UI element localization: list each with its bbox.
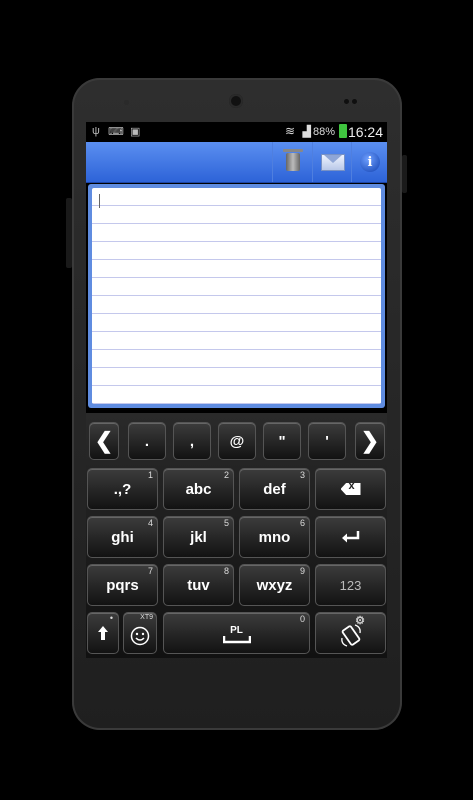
punct-key-period[interactable]: . <box>128 422 166 460</box>
key-label: ghi <box>111 528 134 546</box>
key-number: 6 <box>299 518 305 528</box>
key-7[interactable]: pqrs 7 <box>87 564 158 606</box>
sensor-dot <box>344 99 349 104</box>
key-number: 3 <box>299 470 305 480</box>
send-button[interactable] <box>312 142 353 182</box>
sd-card-icon: ▣ <box>130 126 141 138</box>
key-label: .,? <box>113 480 132 498</box>
key-6[interactable]: mno 6 <box>239 516 310 558</box>
key-number: 0 <box>299 614 305 624</box>
space-bar-icon <box>222 635 251 643</box>
rotate-screen-icon <box>340 624 361 647</box>
key-4[interactable]: ghi 4 <box>87 516 158 558</box>
gear-icon: ⚙ <box>355 615 365 627</box>
key-label: wxyz <box>256 576 293 594</box>
front-camera <box>124 100 129 105</box>
speaker <box>229 94 243 108</box>
note-text-field[interactable] <box>92 188 381 404</box>
key-label: abc <box>185 480 212 498</box>
info-icon: i <box>360 152 380 172</box>
shift-indicator: • <box>109 613 113 623</box>
keyboard-icon: ⌨ <box>108 126 124 138</box>
key-number: 5 <box>223 518 229 528</box>
key-9[interactable]: wxyz 9 <box>239 564 310 606</box>
cursor-left-key[interactable]: ❮ <box>89 422 119 460</box>
settings-rotate-key[interactable]: ⚙ <box>315 612 386 654</box>
key-number: 8 <box>223 566 229 576</box>
key-label: tuv <box>187 576 210 594</box>
backspace-icon <box>340 483 361 495</box>
side-button-right <box>402 155 407 193</box>
key-number: 4 <box>147 518 153 528</box>
battery-percent: 88% <box>312 126 335 138</box>
smiley-icon <box>130 626 150 646</box>
enter-key[interactable] <box>315 516 386 558</box>
wifi-icon: ≋ <box>284 124 295 138</box>
text-cursor <box>99 194 100 208</box>
app-bar: i <box>86 142 387 183</box>
key-label: jkl <box>190 528 207 546</box>
key-3[interactable]: def 3 <box>239 468 310 510</box>
usb-icon: ψ <box>92 125 100 137</box>
xt9-label: XT9 <box>140 614 153 621</box>
key-2[interactable]: abc 2 <box>163 468 234 510</box>
mail-icon <box>321 153 345 171</box>
signal-icon: ▟ <box>302 126 311 138</box>
key-5[interactable]: jkl 5 <box>163 516 234 558</box>
language-label: PL <box>230 624 243 636</box>
key-label: mno <box>258 528 291 546</box>
note-area <box>88 184 385 408</box>
status-bar: ψ ⌨ ▣ ≋ ▟ 88% 16:24 <box>86 122 387 142</box>
key-number: 1 <box>147 470 153 480</box>
sensor-dot <box>352 99 357 104</box>
punct-key-at[interactable]: @ <box>218 422 256 460</box>
key-number: 2 <box>223 470 229 480</box>
punct-key-apostrophe[interactable]: ' <box>308 422 346 460</box>
delete-button[interactable] <box>272 142 313 182</box>
key-label: pqrs <box>106 576 139 594</box>
key-number: 7 <box>147 566 153 576</box>
clock: 16:24 <box>347 124 383 140</box>
keyboard: ❮ . , @ " ' ❯ .,? 1 abc 2 def 3 ghi 4 jk… <box>86 413 387 658</box>
screen: ψ ⌨ ▣ ≋ ▟ 88% 16:24 i ❮ . , @ " ' ❯ .,? … <box>86 122 387 658</box>
space-key[interactable]: PL 0 <box>163 612 310 654</box>
shift-arrow-icon <box>98 626 108 640</box>
battery-charging-icon <box>339 124 347 138</box>
punct-key-quote[interactable]: " <box>263 422 301 460</box>
trash-icon <box>283 149 303 171</box>
key-label: def <box>263 480 286 498</box>
info-button[interactable]: i <box>351 142 387 182</box>
key-number: 9 <box>299 566 305 576</box>
emoji-key[interactable]: XT9 <box>123 612 157 654</box>
key-1[interactable]: .,? 1 <box>87 468 158 510</box>
shift-key[interactable]: • <box>87 612 119 654</box>
enter-icon <box>341 531 359 543</box>
numeric-mode-key[interactable]: 123 <box>315 564 386 606</box>
backspace-key[interactable] <box>315 468 386 510</box>
cursor-right-key[interactable]: ❯ <box>355 422 385 460</box>
punct-key-comma[interactable]: , <box>173 422 211 460</box>
key-8[interactable]: tuv 8 <box>163 564 234 606</box>
